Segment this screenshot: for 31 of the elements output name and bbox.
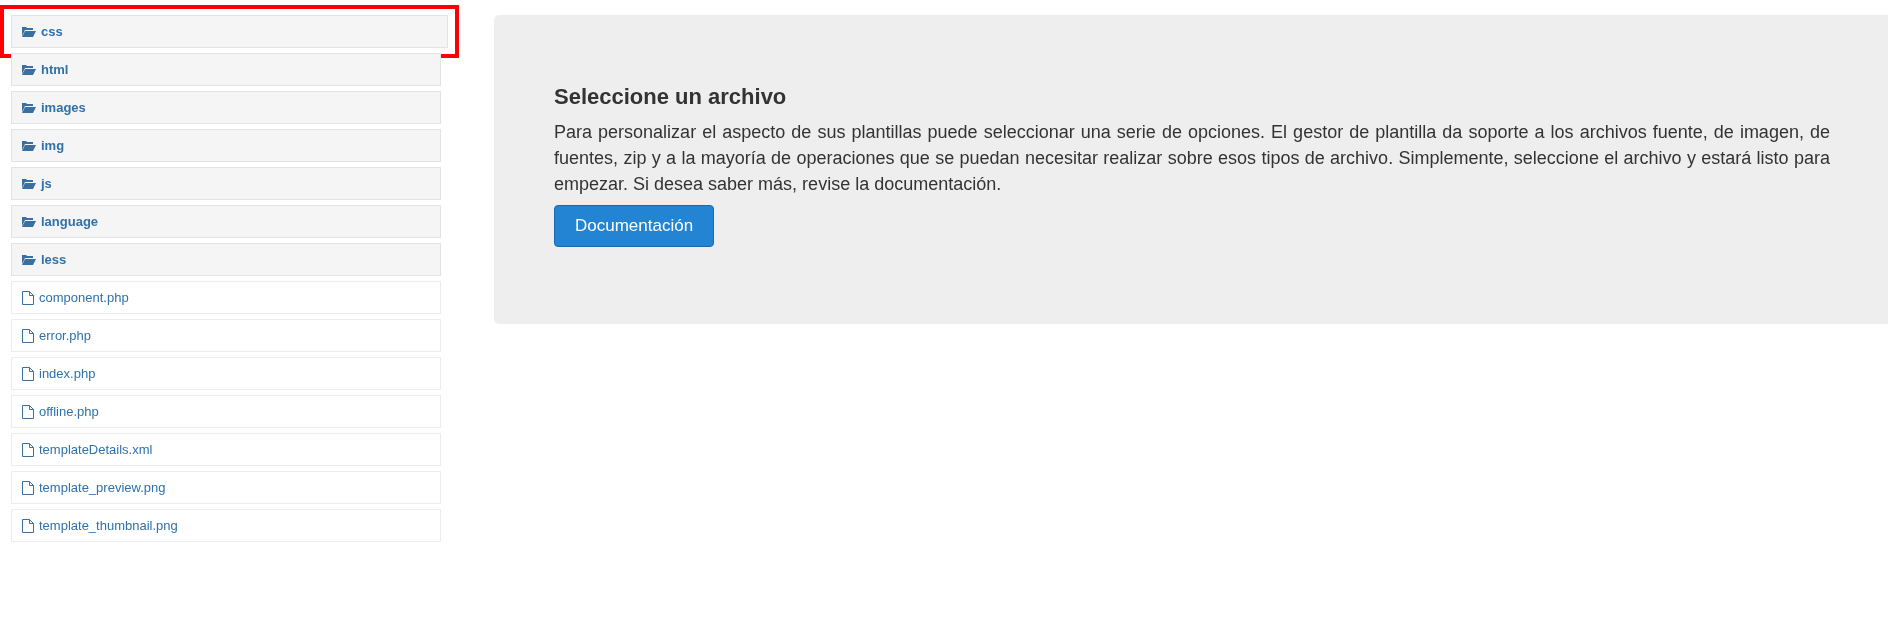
folder-item[interactable]: js [11,167,441,200]
folder-item[interactable]: images [11,91,441,124]
file-item[interactable]: templateDetails.xml [11,433,441,466]
folder-icon [22,178,36,189]
file-item[interactable]: component.php [11,281,441,314]
folder-icon [22,254,36,265]
folder-icon [22,64,36,75]
folder-icon [22,140,36,151]
file-icon [22,518,34,533]
folder-item[interactable]: img [11,129,441,162]
folder-item[interactable]: html [11,53,441,86]
panel-title: Seleccione un archivo [554,83,788,111]
documentation-button[interactable]: Documentación [554,205,715,247]
file-icon [22,366,34,381]
folder-icon [22,216,36,227]
file-item[interactable]: offline.php [11,395,441,428]
panel-description: Para personalizar el aspecto de sus plantillas puede seleccionar una serie de opciones. El gestor de plantilla da soporte a los archivos fuente, de imagen, de fuentes, zip y a la mayoría de operaciones que se puedan necesitar realizar sobre esos tipos de archivo. Simplemente, seleccione el archivo y estará listo para empezar. Si desea saber más, revise la documentación. [554,121,1830,196]
file-icon [22,290,34,305]
file-item[interactable]: error.php [11,319,441,352]
file-icon [22,480,34,495]
folder-item[interactable]: less [11,243,441,276]
file-item[interactable]: template_thumbnail.png [11,509,441,542]
folder-item[interactable]: language [11,205,441,238]
folder-icon [22,102,36,113]
file-icon [22,442,34,457]
file-item[interactable]: template_preview.png [11,471,441,504]
folder-item[interactable]: css [11,15,448,48]
file-item[interactable]: index.php [11,357,441,390]
folder-icon [22,26,36,37]
file-icon [22,404,34,419]
file-icon [22,328,34,343]
